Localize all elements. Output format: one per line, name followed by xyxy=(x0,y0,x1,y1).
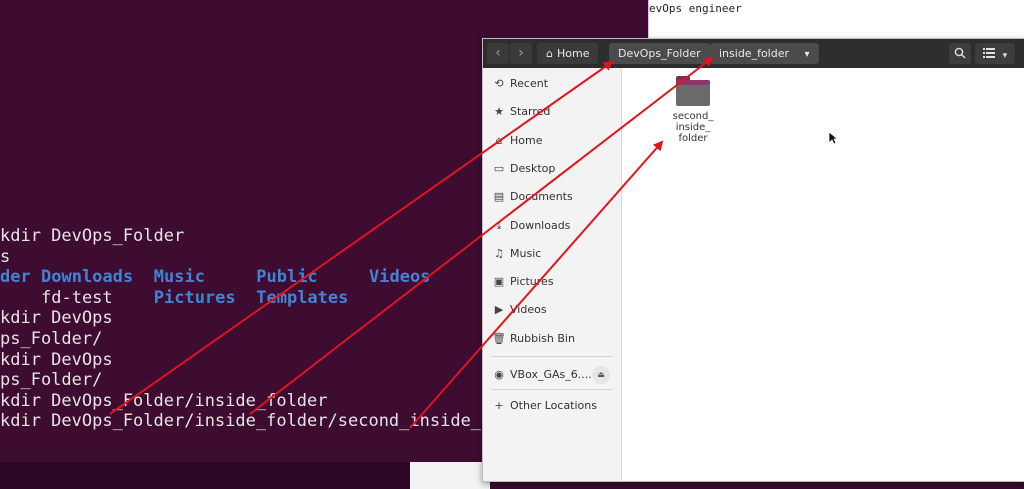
terminal-text: kdir DevOps xyxy=(0,349,113,370)
home-icon: ⌂ xyxy=(495,133,503,147)
sidebar-item-label: Rubbish Bin xyxy=(510,331,575,345)
taskbar-strip xyxy=(0,462,410,489)
view-toggle-button[interactable]: ▾ xyxy=(975,43,1015,64)
sidebar-item-documents[interactable]: ▤ Documents xyxy=(483,185,621,209)
terminal-text: kdir DevOps_Folder xyxy=(0,226,185,246)
text-editor-window[interactable]: evOps engineer xyxy=(648,0,1024,38)
folder-item[interactable]: second_ inside_ folder xyxy=(663,76,723,144)
editor-text: evOps engineer xyxy=(649,2,742,15)
sidebar: ⟲ Recent ★ Starred ⌂ Home ▭ Desktop ▤ Documents ⤓ D… xyxy=(483,68,622,481)
terminal-text: ps_Folder/ xyxy=(0,370,103,391)
sidebar-item-pictures[interactable]: ▣ Pictures xyxy=(483,270,621,294)
sidebar-item-label: Desktop xyxy=(510,161,556,175)
terminal-text: kdir DevOps_Folder/inside_folder xyxy=(0,390,328,411)
sidebar-item-label: Pictures xyxy=(510,275,554,289)
sidebar-item-home[interactable]: ⌂ Home xyxy=(483,129,621,153)
breadcrumb-devops-folder[interactable]: DevOps_Folder xyxy=(609,43,710,64)
sidebar-item-starred[interactable]: ★ Starred xyxy=(483,100,621,124)
list-view-icon xyxy=(982,48,995,58)
terminal-text: Downloads xyxy=(41,267,134,288)
sidebar-item-label: Starred xyxy=(510,105,551,119)
plus-icon: + xyxy=(494,399,504,413)
back-button[interactable]: ‹ xyxy=(487,43,509,64)
sidebar-item-device[interactable]: ◉ VBox_GAs_6.... ⏏ xyxy=(483,363,621,387)
sidebar-item-desktop[interactable]: ▭ Desktop xyxy=(483,157,621,181)
eject-icon[interactable]: ⏏ xyxy=(592,366,610,384)
file-manager-window[interactable]: ‹ › ⌂ Home DevOps_Folder inside_folder ▾ … xyxy=(482,38,1024,482)
terminal-text: s xyxy=(0,246,11,267)
breadcrumb-inside-folder-label: inside_folder xyxy=(719,47,789,60)
mouse-cursor-icon xyxy=(828,131,838,145)
desktop-icon: ▭ xyxy=(493,161,505,175)
music-icon: ♫ xyxy=(494,246,504,260)
clock-icon: ⟲ xyxy=(494,77,504,90)
breadcrumb-home[interactable]: ⌂ Home xyxy=(537,43,599,64)
terminal-text: kdir DevOps xyxy=(0,308,113,329)
sidebar-item-downloads[interactable]: ⤓ Downloads xyxy=(483,214,621,238)
background-window-strip xyxy=(410,462,490,489)
terminal-text: der xyxy=(0,267,31,288)
terminal-text: Public xyxy=(256,267,318,288)
home-icon: ⌂ xyxy=(546,47,553,60)
folder-name-line: folder xyxy=(678,133,708,144)
terminal-text: kdir DevOps_Folder/inside_folder/second_… xyxy=(0,411,482,432)
sidebar-separator xyxy=(491,389,613,391)
trash-icon: 🗑 xyxy=(492,331,506,345)
sidebar-item-videos[interactable]: ▶ Videos xyxy=(483,298,621,322)
sidebar-item-label: Downloads xyxy=(510,218,571,232)
breadcrumb-inside-folder[interactable]: inside_folder ▾ xyxy=(710,43,819,64)
chevron-down-icon: ▾ xyxy=(1002,51,1008,61)
search-icon xyxy=(954,47,966,59)
sidebar-item-music[interactable]: ♫ Music xyxy=(483,242,621,266)
file-view[interactable]: second_ inside_ folder xyxy=(622,68,1024,481)
sidebar-item-label: Documents xyxy=(510,190,573,204)
terminal-text: Pictures xyxy=(153,287,236,308)
sidebar-item-label: Music xyxy=(510,246,542,260)
disc-icon: ◉ xyxy=(494,368,504,381)
sidebar-item-label: Videos xyxy=(510,303,547,317)
download-icon: ⤓ xyxy=(496,218,502,232)
terminal-text: Music xyxy=(153,267,205,288)
sidebar-item-label: Recent xyxy=(510,77,549,90)
folder-icon xyxy=(676,76,710,106)
sidebar-item-label: Home xyxy=(510,133,543,147)
folder-name-line: inside_ xyxy=(675,122,711,133)
breadcrumb-devops-folder-label: DevOps_Folder xyxy=(618,47,701,60)
sidebar-item-other-locations[interactable]: + Other Locations xyxy=(483,394,621,418)
terminal-text: fd-test xyxy=(41,287,113,308)
forward-button[interactable]: › xyxy=(510,43,532,64)
sidebar-item-rubbish-bin[interactable]: 🗑 Rubbish Bin xyxy=(483,327,621,351)
search-button[interactable] xyxy=(949,43,971,64)
picture-icon: ▣ xyxy=(493,275,505,289)
sidebar-item-label: VBox_GAs_6.... xyxy=(510,368,592,381)
header-bar: ‹ › ⌂ Home DevOps_Folder inside_folder ▾ … xyxy=(483,39,1024,68)
folder-name-line: second_ xyxy=(672,111,714,122)
terminal-text: Videos xyxy=(369,267,431,288)
sidebar-item-label: Other Locations xyxy=(510,399,597,413)
breadcrumb-home-label: Home xyxy=(556,47,590,60)
chevron-down-icon[interactable]: ▾ xyxy=(805,49,810,60)
video-icon: ▶ xyxy=(494,303,504,317)
terminal-text: ps_Folder/ xyxy=(0,328,103,349)
sidebar-separator xyxy=(491,356,613,357)
document-icon: ▤ xyxy=(493,190,505,204)
terminal-text: Templates xyxy=(256,287,349,308)
sidebar-item-recent[interactable]: ⟲ Recent xyxy=(483,72,621,96)
star-icon: ★ xyxy=(494,105,504,119)
folder-name: second_ inside_ folder xyxy=(663,111,723,144)
